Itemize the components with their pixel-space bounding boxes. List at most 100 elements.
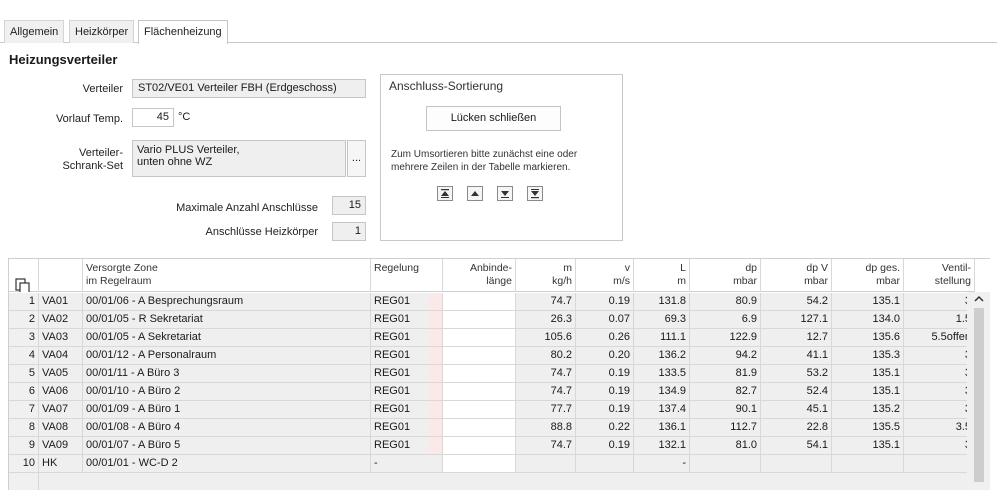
cell-n: 10 — [9, 455, 39, 473]
cell-n: 8 — [9, 419, 39, 437]
cell-id: VA07 — [39, 401, 83, 419]
cell-reg: REG01 — [371, 347, 443, 365]
cell-dpges: 135.6 — [832, 329, 904, 347]
cell-vent: 3.5 — [904, 419, 975, 437]
table-row[interactable]: 6 VA06 00/01/10 - A Büro 2 REG01 74.7 0.19 134… — [9, 383, 975, 401]
cell-reg: REG01 — [371, 293, 443, 311]
table-row[interactable]: 1 VA01 00/01/06 - A Besprechungsraum REG01 7… — [9, 293, 975, 311]
cell-zone: 00/01/10 - A Büro 2 — [83, 383, 371, 401]
cell-dp: 90.1 — [690, 401, 761, 419]
table-row[interactable]: 8 VA08 00/01/08 - A Büro 4 REG01 88.8 0.22 136… — [9, 419, 975, 437]
cell-m: 26.3 — [516, 311, 576, 329]
cell-anb[interactable] — [443, 293, 516, 311]
table-row[interactable]: 7 VA07 00/01/09 - A Büro 1 REG01 77.7 0.19 137… — [9, 401, 975, 419]
cell-n: 4 — [9, 347, 39, 365]
table-row[interactable]: 10HK00/01/01 - WC-D 2--- — [9, 455, 975, 473]
cell-dpV: 54.2 — [761, 293, 832, 311]
cell-zone: 00/01/05 - A Sekretariat — [83, 329, 371, 347]
cell-L: - — [634, 455, 690, 473]
cell-reg: REG01 — [371, 329, 443, 347]
table-row[interactable]: 5 VA05 00/01/11 - A Büro 3 REG01 74.7 0.19 133… — [9, 365, 975, 383]
cell-m: 74.7 — [516, 437, 576, 455]
cell-anb[interactable] — [443, 329, 516, 347]
max-anschluesse-field: 15 — [332, 196, 366, 215]
cell-vent: 3 — [904, 293, 975, 311]
cell-anb[interactable] — [443, 347, 516, 365]
cell-L: 137.4 — [634, 401, 690, 419]
table-row[interactable]: 3 VA03 00/01/05 - A Sekretariat REG01 105.6 0… — [9, 329, 975, 347]
table-row[interactable]: 4 VA04 00/01/12 - A Personalraum REG01 80.2 0… — [9, 347, 975, 365]
cell-anb[interactable] — [443, 401, 516, 419]
cell-dpV: 53.2 — [761, 365, 832, 383]
cell-anb[interactable] — [443, 311, 516, 329]
cell-m: 74.7 — [516, 293, 576, 311]
tab-bar: Allgemein Heizkörper Flächenheizung — [0, 0, 997, 44]
cell-L: 132.1 — [634, 437, 690, 455]
cell-dpges: 135.2 — [832, 401, 904, 419]
move-up-icon[interactable] — [467, 186, 483, 201]
move-down-icon[interactable] — [497, 186, 513, 201]
table-scrollbar[interactable] — [967, 292, 990, 490]
header-zone: Versorgte Zone im Regelraum — [83, 259, 371, 292]
cell-dpV: 127.1 — [761, 311, 832, 329]
cell-dpV — [761, 455, 832, 473]
cell-anb[interactable] — [443, 455, 516, 473]
cell-L: 136.1 — [634, 419, 690, 437]
cell-m: 74.7 — [516, 383, 576, 401]
sort-panel-title: Anschluss-Sortierung — [389, 79, 504, 93]
cell-m: 105.6 — [516, 329, 576, 347]
schrank-field[interactable]: Vario PLUS Verteiler, unten ohne WZ — [132, 140, 346, 177]
header-l: L m — [634, 259, 690, 292]
cell-v: 0.19 — [576, 401, 634, 419]
anschluss-table: Versorgte Zone im Regelraum Regelung Anb… — [8, 258, 990, 490]
cell-v: 0.20 — [576, 347, 634, 365]
sort-hint: Zum Umsortieren bitte zunächst eine oder… — [391, 149, 578, 173]
cell-id: VA03 — [39, 329, 83, 347]
scrollbar-thumb[interactable] — [974, 308, 984, 482]
cell-reg: REG01 — [371, 437, 443, 455]
move-bottom-icon[interactable] — [527, 186, 543, 201]
cell-L: 111.1 — [634, 329, 690, 347]
cell-L: 69.3 — [634, 311, 690, 329]
cell-dp: 81.9 — [690, 365, 761, 383]
cell-n: 1 — [9, 293, 39, 311]
cell-dpges — [832, 455, 904, 473]
header-dpv: dp V mbar — [761, 259, 832, 292]
cell-dpV: 52.4 — [761, 383, 832, 401]
verteiler-field[interactable]: ST02/VE01 Verteiler FBH (Erdgeschoss) — [132, 79, 366, 98]
move-top-icon[interactable] — [437, 186, 453, 201]
cell-m: 88.8 — [516, 419, 576, 437]
tab-flaechenheizung[interactable]: Flächenheizung — [138, 20, 228, 44]
tab-heizkoerper[interactable]: Heizkörper — [69, 20, 135, 43]
cell-n: 6 — [9, 383, 39, 401]
cell-m — [516, 455, 576, 473]
scroll-up-icon[interactable] — [974, 295, 984, 303]
table-row[interactable]: 9 VA09 00/01/07 - A Büro 5 REG01 74.7 0.19 132… — [9, 437, 975, 455]
cell-v: 0.26 — [576, 329, 634, 347]
close-gaps-button[interactable]: Lücken schließen — [426, 106, 561, 131]
vorlauf-input[interactable]: 45 — [132, 108, 174, 127]
cell-vent: 5.5offen — [904, 329, 975, 347]
cell-L: 131.8 — [634, 293, 690, 311]
cell-zone: 00/01/12 - A Personalraum — [83, 347, 371, 365]
cell-m: 77.7 — [516, 401, 576, 419]
cell-dp: 6.9 — [690, 311, 761, 329]
copy-icon[interactable] — [9, 259, 39, 292]
cell-vent: 3 — [904, 365, 975, 383]
section-heading: Heizungsverteiler — [9, 52, 118, 67]
cell-v: 0.19 — [576, 365, 634, 383]
cell-reg: REG01 — [371, 401, 443, 419]
cell-dpV: 45.1 — [761, 401, 832, 419]
cell-vent: 3 — [904, 383, 975, 401]
tab-allgemein[interactable]: Allgemein — [4, 20, 65, 43]
cell-anb[interactable] — [443, 419, 516, 437]
cell-v: 0.19 — [576, 293, 634, 311]
schrank-browse-button[interactable]: ... — [347, 140, 366, 177]
cell-anb[interactable] — [443, 437, 516, 455]
cell-dpV: 41.1 — [761, 347, 832, 365]
cell-anb[interactable] — [443, 383, 516, 401]
cell-vent: - — [904, 455, 975, 473]
table-row[interactable]: 2 VA02 00/01/05 - R Sekretariat REG01 26.3 0.… — [9, 311, 975, 329]
cell-anb[interactable] — [443, 365, 516, 383]
cell-vent: 3 — [904, 347, 975, 365]
